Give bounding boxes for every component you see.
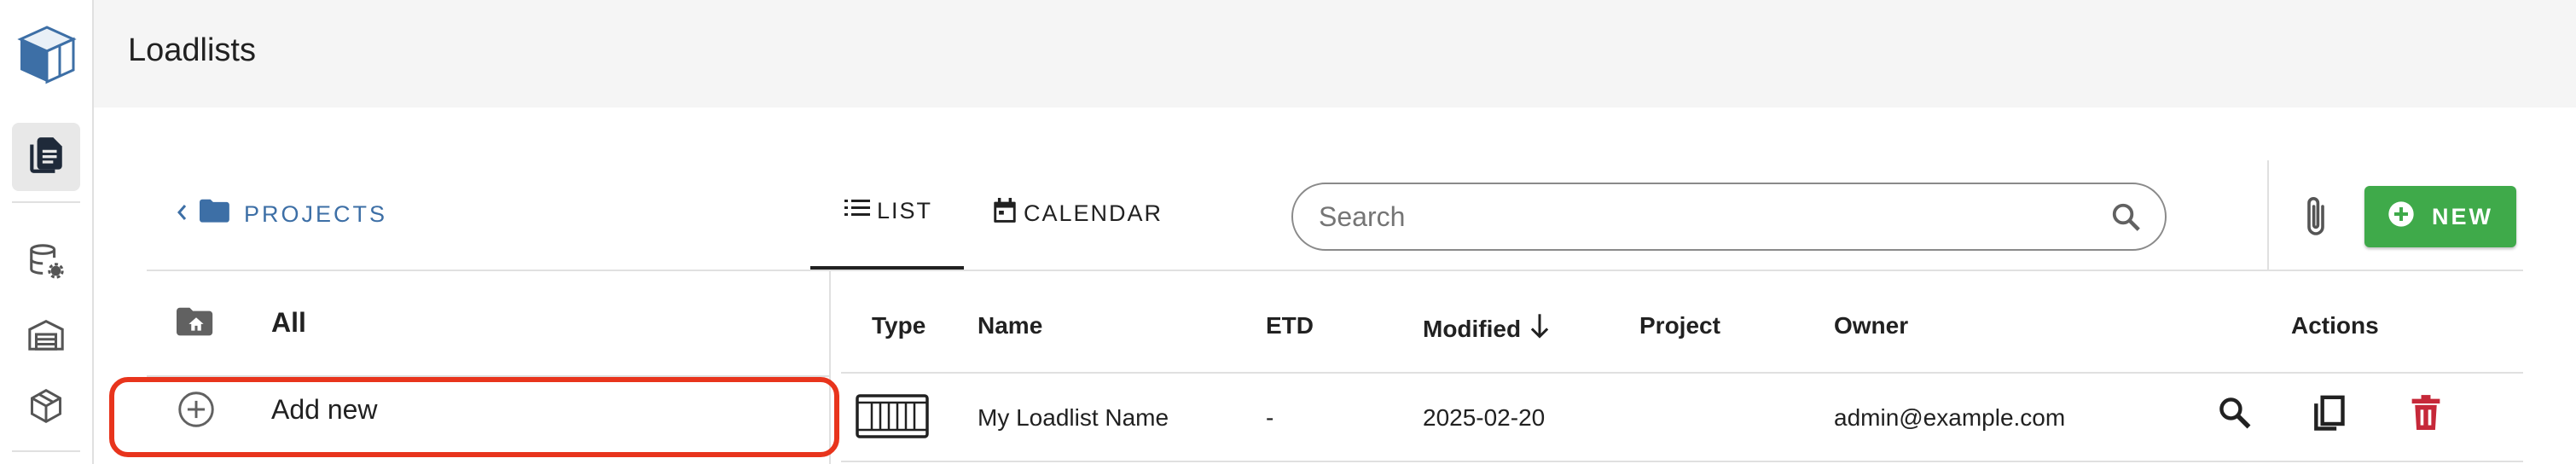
copy-icon <box>2310 395 2347 438</box>
column-header-actions: Actions <box>2291 312 2379 339</box>
new-button-label: NEW <box>2432 203 2493 229</box>
folder-all-label: All <box>271 306 306 338</box>
new-button[interactable]: NEW <box>2364 186 2516 247</box>
projects-label: PROJECTS <box>244 201 388 227</box>
column-header-modified[interactable]: Modified <box>1423 312 1552 345</box>
toolbar-bottom-border <box>147 270 2523 271</box>
package-icon <box>27 387 65 429</box>
column-header-name[interactable]: Name <box>978 312 1042 339</box>
calendar-icon <box>993 198 1017 229</box>
table-header-border <box>841 372 2523 374</box>
arrow-down-icon <box>1528 312 1552 345</box>
tab-calendar-label: CALENDAR <box>1024 200 1163 226</box>
column-header-project[interactable]: Project <box>1639 312 1720 339</box>
row-etd: - <box>1266 404 1274 431</box>
side-navigation <box>0 0 94 464</box>
home-folder-icon <box>147 305 246 339</box>
table-row-border <box>841 461 2523 462</box>
folder-icon <box>200 198 232 231</box>
toolbar-divider <box>2267 160 2269 270</box>
page-header: Loadlists <box>94 0 2576 107</box>
tab-list[interactable]: LIST <box>844 198 932 224</box>
tab-list-label: LIST <box>877 198 933 223</box>
container-icon <box>855 392 930 446</box>
rail-divider <box>12 201 80 203</box>
plus-circle-icon <box>2387 200 2415 234</box>
app-logo-icon[interactable] <box>15 22 78 85</box>
delete-button[interactable] <box>2409 394 2443 436</box>
loadlists-document-icon <box>25 134 67 181</box>
column-header-owner[interactable]: Owner <box>1834 312 1908 339</box>
search-field[interactable] <box>1291 183 2167 251</box>
attachment-button[interactable] <box>2298 193 2334 245</box>
nav-loadlists[interactable] <box>12 123 80 191</box>
list-icon <box>844 198 870 224</box>
nav-packages[interactable] <box>12 374 80 442</box>
tab-calendar[interactable]: CALENDAR <box>993 198 1163 229</box>
nav-warehouse[interactable] <box>12 302 80 370</box>
view-button[interactable] <box>2216 394 2254 436</box>
projects-back-link[interactable]: PROJECTS <box>176 198 387 231</box>
row-name[interactable]: My Loadlist Name <box>978 404 1169 432</box>
highlight-annotation <box>109 377 839 457</box>
search-input[interactable] <box>1319 200 2086 234</box>
chevron-left-icon <box>176 201 188 228</box>
nav-data[interactable] <box>12 229 80 297</box>
search-icon[interactable] <box>2110 201 2143 238</box>
column-header-etd[interactable]: ETD <box>1266 312 1314 339</box>
copy-button[interactable] <box>2310 394 2347 439</box>
page-title: Loadlists <box>128 32 256 68</box>
database-settings-icon <box>26 241 66 285</box>
rail-divider <box>12 450 80 452</box>
row-modified: 2025-02-20 <box>1423 404 1546 431</box>
paperclip-icon <box>2298 197 2334 244</box>
warehouse-icon <box>26 315 66 358</box>
delete-icon <box>2409 395 2443 435</box>
column-header-type[interactable]: Type <box>872 312 925 339</box>
row-owner: admin@example.com <box>1834 404 2066 431</box>
search-icon <box>2216 397 2254 435</box>
column-header-modified-label: Modified <box>1423 315 1522 342</box>
folder-item-all[interactable]: All <box>147 305 306 339</box>
